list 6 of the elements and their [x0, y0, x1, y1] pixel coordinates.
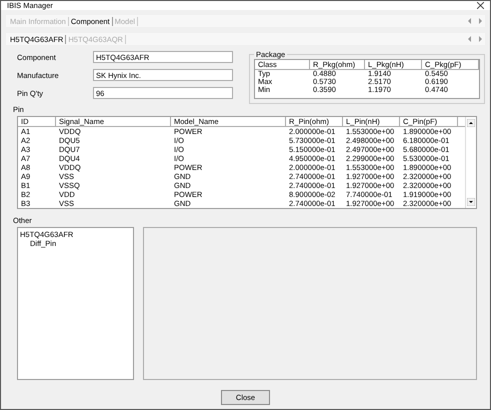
scroll-arrows-icon[interactable] — [467, 18, 483, 24]
scroll-up-icon[interactable] — [467, 119, 475, 127]
close-icon[interactable] — [477, 2, 484, 9]
scroll-down-icon[interactable] — [467, 198, 475, 206]
scrollbar[interactable] — [465, 117, 476, 208]
scroll-arrows-icon[interactable] — [467, 36, 483, 42]
